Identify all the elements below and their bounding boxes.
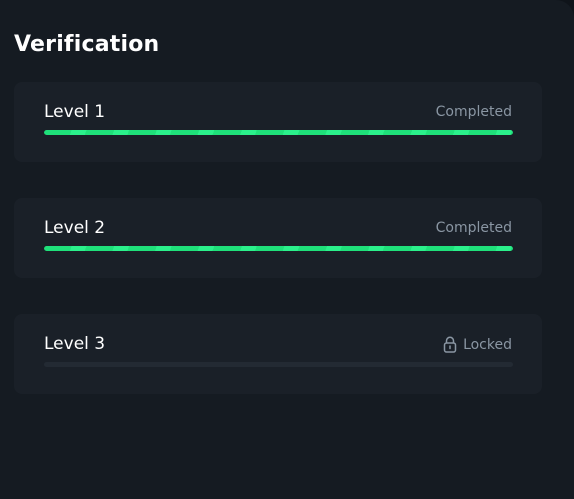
level-card-3: Level 3 Locked — [14, 314, 542, 394]
progress-bar — [44, 130, 513, 135]
status-label: Completed — [435, 220, 512, 236]
status-text: Locked — [443, 336, 512, 353]
level-card-2: Level 2 Completed — [14, 198, 542, 278]
verification-panel: Verification Level 1 Completed Level 2 C… — [0, 0, 574, 499]
progress-bar — [44, 246, 513, 251]
status-label: Locked — [463, 336, 512, 353]
status-label: Completed — [435, 104, 512, 120]
page-title: Verification — [14, 32, 160, 57]
status-text: Completed — [436, 104, 512, 120]
lock-icon — [443, 336, 457, 353]
level-label: Level 2 — [44, 218, 106, 238]
level-label: Level 1 — [44, 102, 106, 122]
progress-bar — [44, 362, 513, 367]
level-label: Level 3 — [44, 334, 106, 354]
status-text: Completed — [436, 220, 512, 236]
level-card-1: Level 1 Completed — [14, 82, 542, 162]
progress-fill — [44, 130, 513, 135]
progress-fill — [44, 246, 513, 251]
